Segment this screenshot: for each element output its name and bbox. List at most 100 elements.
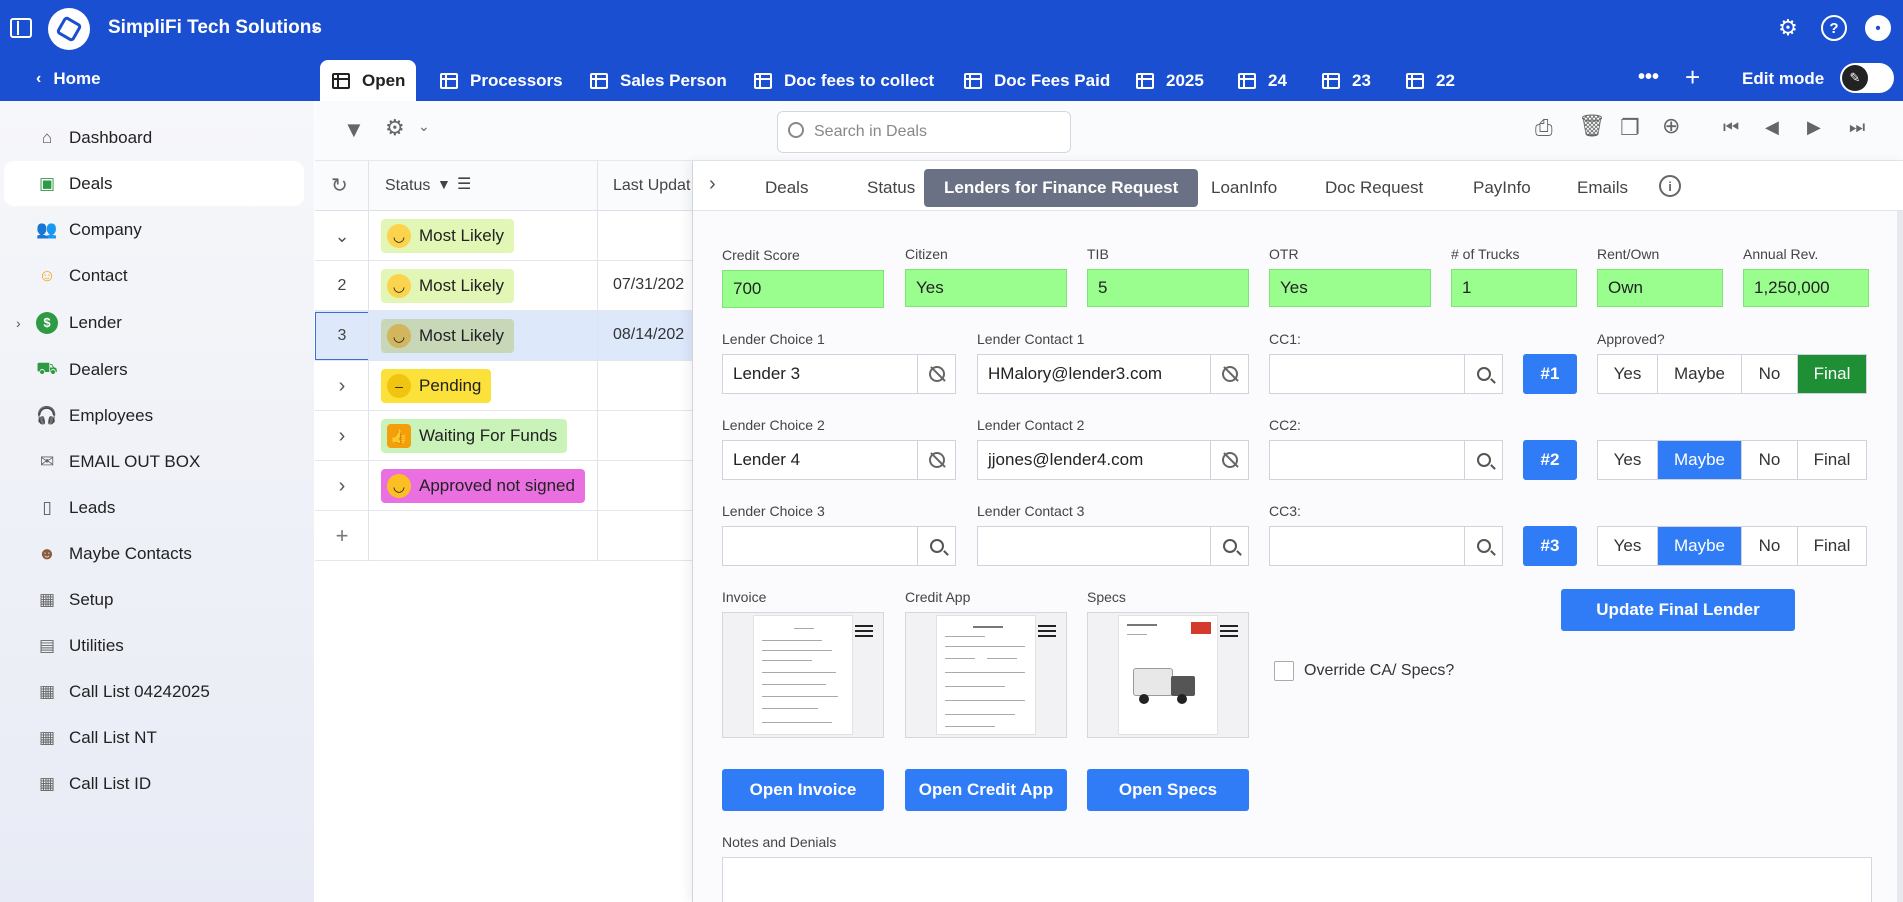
sidebar-item-dealers[interactable]: ⛟ Dealers — [4, 347, 304, 392]
info-icon[interactable]: i — [1659, 175, 1681, 197]
add-circle-icon[interactable]: ⊕ — [1662, 113, 1680, 139]
status-pill[interactable]: ◡ Most Likely — [381, 269, 515, 303]
edit-mode-toggle[interactable]: ✎ — [1840, 63, 1894, 93]
search-icon[interactable] — [917, 527, 955, 565]
status-column-header[interactable]: Status — [385, 177, 430, 195]
tab-deals[interactable]: Deals — [745, 169, 828, 207]
open-credit-app-button[interactable]: Open Credit App — [905, 769, 1067, 811]
search-input[interactable] — [814, 121, 1064, 143]
lender-contact-2-field[interactable]: jjones@lender4.com — [977, 440, 1249, 480]
citizen-field[interactable]: Yes — [905, 269, 1067, 307]
sidebar-item-call-list-id[interactable]: ▦ Call List ID — [4, 761, 304, 806]
chevron-down-icon[interactable]: ⌄ — [418, 118, 430, 135]
lender-3-button[interactable]: #3 — [1523, 526, 1577, 566]
collapse-panel-chevron-icon[interactable]: › — [709, 173, 716, 196]
refresh-icon[interactable]: ↻ — [331, 173, 348, 198]
chevron-right-icon[interactable]: › — [16, 315, 21, 331]
view-tab-doc-fees-paid[interactable]: Doc Fees Paid — [952, 60, 1110, 101]
view-tab-22[interactable]: 22 — [1394, 60, 1455, 101]
sidebar-item-utilities[interactable]: ▤ Utilities — [4, 623, 304, 668]
search-icon[interactable] — [1464, 441, 1502, 479]
chevron-right-icon[interactable]: › — [315, 411, 369, 461]
sidebar-item-maybe-contacts[interactable]: ☻ Maybe Contacts — [4, 531, 304, 576]
sidebar-item-lender[interactable]: › $ Lender — [4, 300, 304, 345]
menu-icon[interactable] — [855, 625, 873, 637]
chevron-right-icon[interactable]: › — [315, 461, 369, 511]
sidebar-item-leads[interactable]: ▯ Leads — [4, 485, 304, 530]
view-tab-processors[interactable]: Processors — [428, 60, 563, 101]
approved-3-final[interactable]: Final — [1798, 527, 1866, 565]
tab-doc-request[interactable]: Doc Request — [1305, 169, 1443, 207]
num-trucks-field[interactable]: 1 — [1451, 269, 1577, 307]
menu-icon[interactable] — [1220, 625, 1238, 637]
previous-record-icon[interactable]: ◀ — [1765, 117, 1779, 138]
app-title[interactable]: SimpliFi Tech Solutions — [108, 17, 322, 39]
approved-3-maybe[interactable]: Maybe — [1658, 527, 1742, 565]
view-tab-2025[interactable]: 2025 — [1124, 60, 1204, 101]
annual-rev-field[interactable]: 1,250,000 — [1743, 269, 1869, 307]
help-icon[interactable]: ? — [1821, 15, 1847, 41]
search-icon[interactable] — [1464, 355, 1502, 393]
otr-field[interactable]: Yes — [1269, 269, 1431, 307]
last-updated-column-header[interactable]: Last Updat — [613, 177, 690, 195]
sidebar-item-contact[interactable]: ☺ Contact — [4, 253, 304, 298]
cc3-field[interactable] — [1269, 526, 1503, 566]
lender-choice-3-field[interactable] — [722, 526, 956, 566]
sidebar-toggle-icon[interactable] — [10, 18, 32, 38]
search-icon[interactable] — [1210, 527, 1248, 565]
trash-icon[interactable]: 🗑 — [1578, 113, 1606, 139]
status-pill[interactable]: ◡ Most Likely — [381, 319, 515, 353]
specs-thumbnail[interactable] — [1087, 612, 1249, 738]
unlink-icon[interactable] — [1210, 441, 1248, 479]
status-pill[interactable]: ◡ Approved not signed — [381, 469, 585, 503]
view-tab-doc-fees-to-collect[interactable]: Doc fees to collect — [742, 60, 934, 101]
status-pill[interactable]: – Pending — [381, 369, 492, 403]
approved-3-yes[interactable]: Yes — [1598, 527, 1658, 565]
lender-1-button[interactable]: #1 — [1523, 354, 1577, 394]
approved-1-yes[interactable]: Yes — [1598, 355, 1658, 393]
view-tab-sales-person[interactable]: Sales Person — [578, 60, 727, 101]
status-pill[interactable]: ◡ Most Likely — [381, 219, 515, 253]
filter-icon[interactable]: ▼ — [343, 117, 365, 143]
chevron-right-icon[interactable]: › — [315, 361, 369, 411]
settings-gear-icon[interactable]: ⚙ — [1775, 15, 1801, 41]
sidebar-item-dashboard[interactable]: ⌂ Dashboard — [4, 115, 304, 160]
first-record-icon[interactable]: ⏮ — [1723, 117, 1739, 138]
cc1-field[interactable] — [1269, 354, 1503, 394]
credit-score-field[interactable]: 700 — [722, 270, 884, 308]
update-final-lender-button[interactable]: Update Final Lender — [1561, 589, 1795, 631]
open-specs-button[interactable]: Open Specs — [1087, 769, 1249, 811]
home-link[interactable]: ‹ Home — [0, 56, 314, 101]
tab-lenders-for-finance-request[interactable]: Lenders for Finance Request — [924, 169, 1199, 207]
last-record-icon[interactable]: ⏭ — [1849, 117, 1865, 138]
copy-icon[interactable]: ❐ — [1620, 115, 1640, 141]
notes-field[interactable] — [722, 857, 1872, 902]
invoice-thumbnail[interactable] — [722, 612, 884, 738]
lender-contact-1-field[interactable]: HMalory@lender3.com — [977, 354, 1249, 394]
tab-status[interactable]: Status — [847, 169, 935, 207]
add-tab-button[interactable]: + — [1685, 62, 1700, 93]
sidebar-item-company[interactable]: 👥 Company — [4, 207, 304, 252]
more-tabs-button[interactable]: ••• — [1638, 66, 1659, 89]
sidebar-item-deals[interactable]: ▣ Deals — [4, 161, 304, 206]
tab-payinfo[interactable]: PayInfo — [1453, 169, 1551, 207]
sidebar-item-call-list-nt[interactable]: ▦ Call List NT — [4, 715, 304, 760]
scrollbar[interactable] — [1897, 211, 1903, 902]
approved-3-no[interactable]: No — [1742, 527, 1798, 565]
sidebar-item-email-out-box[interactable]: ✉ EMAIL OUT BOX — [4, 439, 304, 484]
tab-loaninfo[interactable]: LoanInfo — [1191, 169, 1297, 207]
chevron-down-icon[interactable]: ⌄ — [315, 211, 369, 261]
add-row-button[interactable]: + — [315, 511, 369, 561]
approved-1-no[interactable]: No — [1742, 355, 1798, 393]
menu-icon[interactable] — [1038, 625, 1056, 637]
view-tab-open[interactable]: Open — [320, 60, 416, 101]
sidebar-item-setup[interactable]: ▦ Setup — [4, 577, 304, 622]
view-tab-23[interactable]: 23 — [1310, 60, 1371, 101]
approved-2-yes[interactable]: Yes — [1598, 441, 1658, 479]
tib-field[interactable]: 5 — [1087, 269, 1249, 307]
lender-choice-1-field[interactable]: Lender 3 — [722, 354, 956, 394]
approved-1-final[interactable]: Final — [1798, 355, 1866, 393]
settings-gear-icon[interactable]: ⚙ — [385, 115, 405, 141]
user-avatar[interactable]: • — [1865, 15, 1891, 41]
search-icon[interactable] — [1464, 527, 1502, 565]
